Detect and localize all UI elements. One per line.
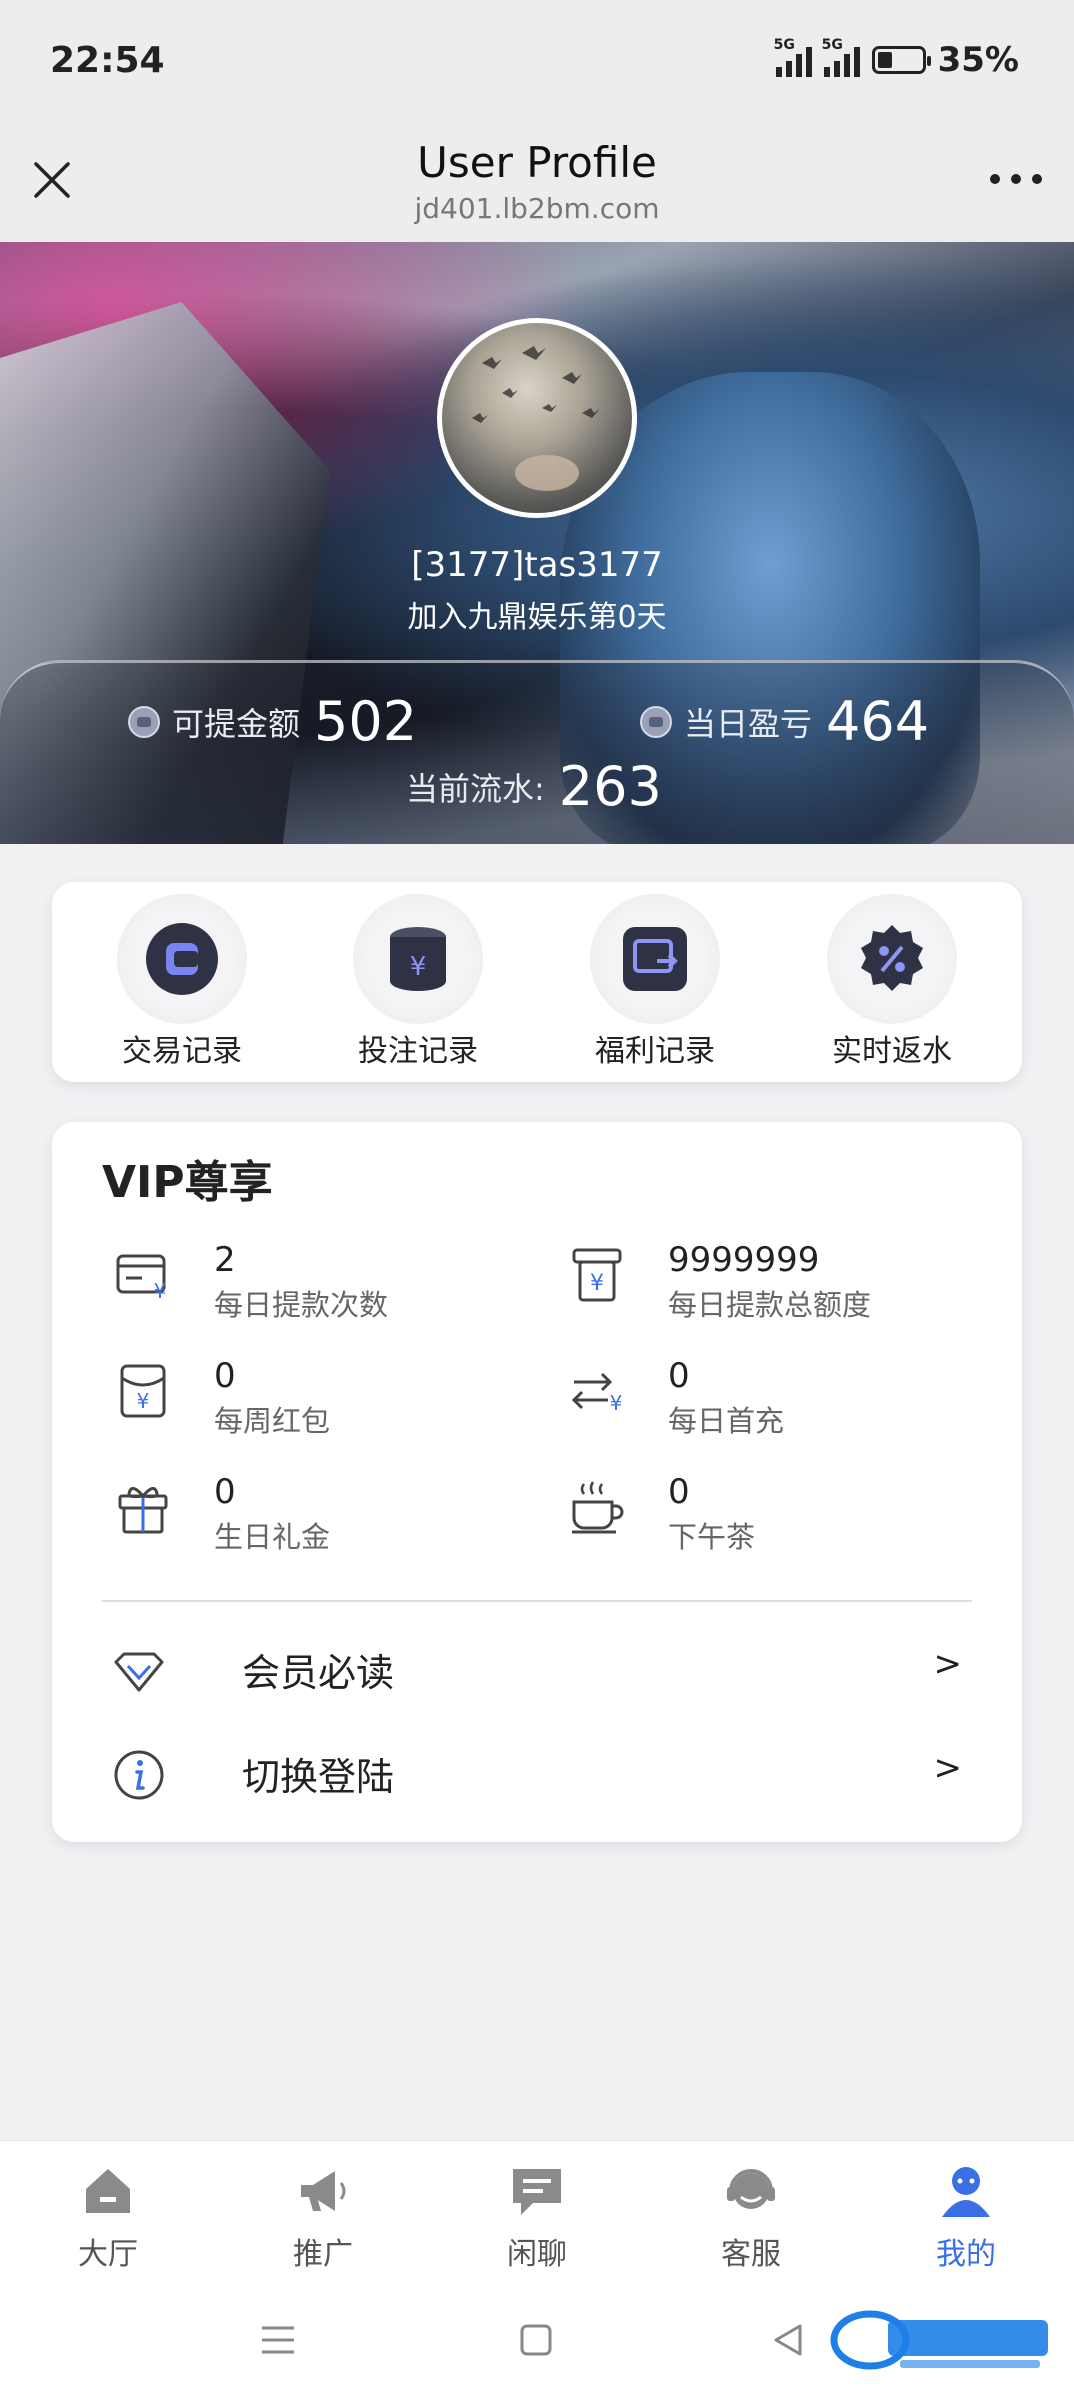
quick-action-welfare[interactable]: 福利记录 <box>555 894 755 1070</box>
perk-daily-withdraw-count: ¥ 2 每日提款次数 <box>114 1240 534 1330</box>
daily-pl-value: 464 <box>826 690 930 753</box>
chevron-right-icon: > <box>933 1748 963 1788</box>
transaction-icon <box>146 923 218 995</box>
signal-icon: 5G <box>774 37 812 77</box>
first-deposit-icon: ¥ <box>571 1372 623 1415</box>
red-envelope-icon: ¥ <box>120 1364 166 1418</box>
nav-chat[interactable]: 闲聊 <box>457 2163 617 2273</box>
quick-action-transactions[interactable]: 交易记录 <box>82 894 282 1070</box>
withdraw-limit-icon: ¥ <box>572 1248 622 1302</box>
username: [3177]tas3177 <box>411 545 663 585</box>
chevron-right-icon: > <box>933 1644 963 1684</box>
vip-title: VIP尊享 <box>102 1157 273 1208</box>
app-header: User Profile jd401.lb2bm.com <box>0 120 1074 242</box>
system-nav-bar <box>0 2280 1074 2400</box>
turnover-stat: 当前流水: 263 <box>406 755 662 818</box>
quick-actions-card: 交易记录 ¥ 投注记录 福利记录 实时返水 <box>52 882 1022 1082</box>
battery-icon <box>871 46 931 74</box>
status-icons: 5G 5G 35% <box>774 37 1019 80</box>
vip-card: VIP尊享 ¥ 2 每日提款次数 ¥ 9999999 每日提款总额度 ¥ 0 每… <box>52 1122 1022 1842</box>
home-square-icon[interactable] <box>518 2322 554 2358</box>
more-icon[interactable] <box>988 172 1044 186</box>
info-icon <box>114 1750 164 1800</box>
status-time: 22:54 <box>50 40 165 81</box>
welfare-icon <box>623 927 687 991</box>
svg-text:¥: ¥ <box>610 1391 623 1415</box>
quick-action-bets[interactable]: ¥ 投注记录 <box>318 894 518 1070</box>
withdraw-card-icon: ¥ <box>116 1254 167 1303</box>
battery-percent: 35% <box>937 40 1019 80</box>
svg-text:¥: ¥ <box>590 1271 604 1296</box>
quick-action-rebate[interactable]: 实时返水 <box>792 894 992 1070</box>
rebate-icon <box>861 925 923 991</box>
diamond-icon <box>114 1652 164 1692</box>
nav-support[interactable]: 客服 <box>671 2163 831 2273</box>
bottom-nav: 大厅 推广 闲聊 客服 我的 <box>0 2140 1074 2281</box>
withdrawable-value: 502 <box>314 690 418 753</box>
join-days: 加入九鼎娱乐第0天 <box>407 600 667 635</box>
support-icon <box>727 2169 775 2209</box>
perk-weekly-red-envelope: ¥ 0 每周红包 <box>114 1356 534 1446</box>
svg-text:¥: ¥ <box>137 1389 150 1413</box>
perk-daily-withdraw-limit: ¥ 9999999 每日提款总额度 <box>568 1240 988 1330</box>
svg-text:¥: ¥ <box>410 952 427 982</box>
back-icon[interactable] <box>770 2322 806 2358</box>
tea-cup-icon <box>572 1481 624 1534</box>
perk-daily-first-deposit: ¥ 0 每日首充 <box>568 1356 988 1446</box>
perk-afternoon-tea: 0 下午茶 <box>568 1472 988 1562</box>
turnover-value: 263 <box>558 755 662 818</box>
svg-text:¥: ¥ <box>154 1279 167 1303</box>
divider <box>102 1600 972 1602</box>
daily-pl-stat: 当日盈亏 464 <box>640 690 929 753</box>
megaphone-icon <box>301 2171 346 2211</box>
member-must-read-link[interactable]: 会员必读 > <box>102 1632 972 1712</box>
nav-lobby[interactable]: 大厅 <box>28 2163 188 2273</box>
nav-mine[interactable]: 我的 <box>886 2163 1046 2273</box>
perk-birthday-gift: 0 生日礼金 <box>114 1472 534 1562</box>
signal-icon: 5G <box>822 37 860 77</box>
page-url: jd401.lb2bm.com <box>414 192 660 225</box>
switch-login-link[interactable]: 切换登陆 > <box>102 1736 972 1816</box>
chat-icon <box>513 2169 561 2215</box>
nav-promotion[interactable]: 推广 <box>243 2163 403 2273</box>
page-title: User Profile <box>417 138 657 187</box>
home-icon <box>86 2169 130 2213</box>
gift-icon <box>118 1487 168 1534</box>
menu-icon[interactable] <box>260 2322 296 2358</box>
wallet-icon <box>128 705 160 738</box>
bet-record-icon: ¥ <box>390 927 446 991</box>
avatar[interactable] <box>437 318 637 518</box>
withdrawable-stat: 可提金额 502 <box>128 690 417 753</box>
money-bag-icon <box>640 705 672 738</box>
profile-icon <box>942 2167 990 2217</box>
status-bar: 22:54 5G 5G 35% <box>0 0 1074 120</box>
watermark-logo <box>830 2310 1048 2370</box>
